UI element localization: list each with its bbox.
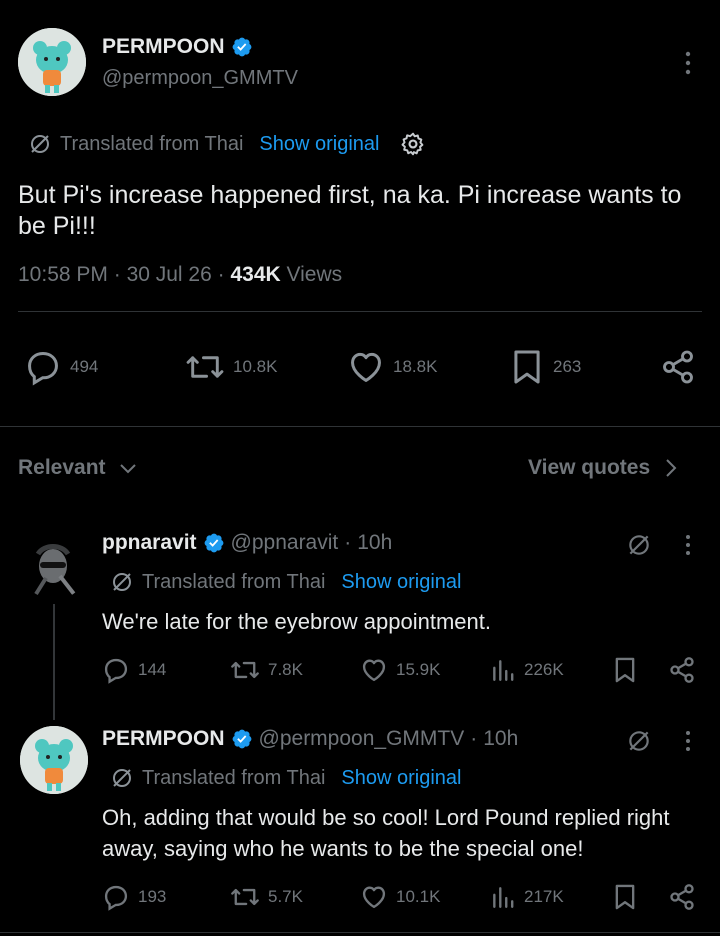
analytics-icon	[493, 887, 514, 908]
verified-badge-icon	[203, 532, 225, 554]
verified-badge-icon	[231, 36, 253, 58]
bookmark-button[interactable]	[612, 656, 638, 684]
retweet-icon	[186, 356, 224, 378]
reply-button[interactable]: 494	[24, 348, 98, 386]
view-quotes-label: View quotes	[528, 456, 651, 479]
views-label: Views	[286, 263, 343, 286]
view-quotes-link[interactable]: View quotes	[528, 456, 678, 480]
bookmark-button[interactable]	[612, 883, 638, 911]
retweet-icon	[231, 888, 259, 906]
translation-bar: Translated from Thai Show original	[110, 570, 462, 594]
chevron-down-icon	[119, 464, 136, 474]
retweet-button[interactable]: 7.8K	[230, 656, 303, 684]
reply-header: ppnaravit @ppnaravit · 10h	[102, 531, 393, 555]
views-button[interactable]: 226K	[490, 656, 564, 684]
divider	[0, 426, 720, 427]
show-original-link[interactable]: Show original	[341, 767, 461, 790]
reply-count: 144	[138, 660, 167, 679]
like-button[interactable]: 15.9K	[360, 656, 440, 684]
bookmark-count: 263	[553, 357, 582, 376]
tweet-time[interactable]: 10:58 PM	[18, 263, 108, 286]
translate-icon	[110, 570, 134, 594]
show-original-link[interactable]: Show original	[341, 571, 461, 594]
like-count: 10.1K	[396, 887, 441, 906]
sort-label: Relevant	[18, 456, 106, 479]
retweet-count: 7.8K	[268, 660, 303, 679]
reply-count: 494	[70, 357, 99, 376]
more-options-icon[interactable]	[678, 533, 698, 557]
reply-icon	[28, 352, 58, 386]
retweet-button[interactable]: 5.7K	[230, 883, 303, 911]
translation-bar: Translated from Thai Show original	[110, 766, 462, 790]
bookmark-icon	[615, 884, 635, 910]
divider	[18, 311, 702, 312]
author-name-row[interactable]: PERMPOON	[102, 35, 253, 59]
reply-author-handle[interactable]: @ppnaravit	[231, 531, 339, 555]
like-count: 15.9K	[396, 660, 441, 679]
like-count: 18.8K	[393, 357, 438, 376]
sort-dropdown[interactable]: Relevant	[18, 456, 138, 480]
show-original-link[interactable]: Show original	[259, 133, 379, 156]
divider	[0, 932, 720, 933]
thread-line	[53, 604, 55, 720]
share-icon	[663, 350, 693, 384]
reply-time[interactable]: 10h	[483, 727, 518, 751]
heart-icon	[362, 886, 386, 909]
translate-toggle-icon[interactable]	[626, 532, 652, 558]
reply-time[interactable]: 10h	[357, 531, 392, 555]
bookmark-icon	[514, 350, 540, 384]
share-icon	[670, 657, 694, 683]
translate-icon	[28, 132, 52, 156]
reply-text: Oh, adding that would be so cool! Lord P…	[102, 805, 670, 861]
share-icon	[670, 884, 694, 910]
reply-icon	[104, 658, 128, 684]
tweet-meta: 10:58 PM · 30 Jul 26 · 434K Views	[18, 263, 343, 286]
retweet-button[interactable]: 10.8K	[185, 348, 277, 386]
reply-button[interactable]: 144	[102, 656, 166, 684]
author-avatar[interactable]	[18, 28, 86, 96]
settings-gear-icon[interactable]	[400, 131, 426, 157]
tweet-text: But Pi's increase happened first, na ka.…	[18, 181, 682, 240]
views-count: 226K	[524, 660, 564, 679]
share-button[interactable]	[660, 348, 696, 386]
share-button[interactable]	[668, 883, 696, 911]
reply-avatar[interactable]	[20, 532, 88, 600]
reply-author-name[interactable]: PERMPOON	[102, 727, 225, 751]
translate-icon	[110, 766, 134, 790]
views-count: 434K	[230, 263, 281, 286]
translated-label: Translated from Thai	[60, 132, 244, 155]
translate-toggle-icon[interactable]	[626, 728, 652, 754]
more-options-icon[interactable]	[678, 50, 698, 75]
like-button[interactable]: 10.1K	[360, 883, 440, 911]
more-options-icon[interactable]	[678, 729, 698, 753]
bookmark-button[interactable]: 263	[509, 348, 581, 386]
author-name[interactable]: PERMPOON	[102, 35, 225, 59]
verified-badge-icon	[231, 728, 253, 750]
bookmark-icon	[615, 657, 635, 683]
share-button[interactable]	[668, 656, 696, 684]
retweet-count: 5.7K	[268, 887, 303, 906]
chevron-right-icon	[666, 459, 677, 477]
heart-icon	[351, 352, 381, 382]
translation-bar: Translated from Thai Show original	[28, 131, 426, 157]
retweet-count: 10.8K	[233, 357, 278, 376]
reply-icon	[104, 885, 128, 911]
translated-label: Translated from Thai	[142, 766, 326, 789]
translated-label: Translated from Thai	[142, 570, 326, 593]
heart-icon	[362, 659, 386, 682]
author-handle[interactable]: @permpoon_GMMTV	[102, 67, 298, 90]
reply-author-name[interactable]: ppnaravit	[102, 531, 197, 555]
like-button[interactable]: 18.8K	[347, 348, 437, 386]
views-button[interactable]: 217K	[490, 883, 564, 911]
reply-header: PERMPOON @permpoon_GMMTV · 10h	[102, 727, 519, 751]
analytics-icon	[493, 660, 514, 681]
reply-avatar[interactable]	[20, 726, 88, 794]
reply-button[interactable]: 193	[102, 883, 166, 911]
reply-text: We're late for the eyebrow appointment.	[102, 609, 492, 634]
retweet-icon	[231, 661, 259, 679]
tweet-date[interactable]: 30 Jul 26	[127, 263, 212, 286]
reply-count: 193	[138, 887, 167, 906]
reply-author-handle[interactable]: @permpoon_GMMTV	[259, 727, 465, 751]
views-count: 217K	[524, 887, 564, 906]
